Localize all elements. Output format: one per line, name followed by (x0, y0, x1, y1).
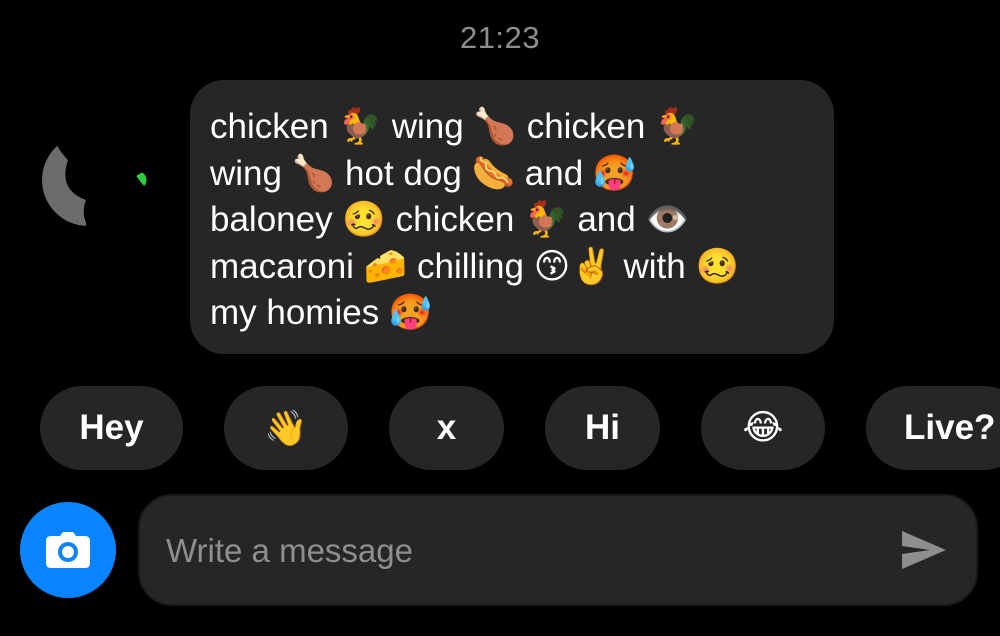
quick-reply-tears-of-joy-emoji[interactable]: 😂 (701, 386, 825, 470)
quick-reply-x[interactable]: x (389, 386, 504, 470)
message-line: baloney 🥴 chicken 🐓 and 👁️ (210, 200, 690, 239)
quick-replies-row: Hey 👋 x Hi 😂 Live? (0, 386, 1000, 470)
camera-button[interactable] (20, 502, 116, 598)
received-message-bubble[interactable]: chicken 🐓 wing 🍗 chicken 🐓 wing 🍗 hot do… (190, 80, 834, 354)
message-line: chicken 🐓 wing 🍗 chicken 🐓 (210, 107, 699, 146)
message-timestamp: 21:23 (459, 20, 541, 55)
send-button[interactable] (900, 529, 948, 571)
quick-reply-waving-hand-emoji[interactable]: 👋 (224, 386, 348, 470)
redacted-avatar[interactable] (38, 80, 158, 241)
message-line: my homies 🥵 (210, 293, 433, 332)
camera-icon (46, 532, 90, 568)
message-line: wing 🍗 hot dog 🌭 and 🥵 (210, 153, 637, 193)
message-input[interactable] (166, 522, 886, 580)
message-line: macaroni 🧀 chilling 😙✌️ with 🥴 (210, 246, 740, 286)
quick-reply-live[interactable]: Live? (866, 386, 1000, 470)
quick-reply-hi[interactable]: Hi (545, 386, 660, 470)
send-icon (902, 531, 946, 569)
message-composer (138, 494, 978, 606)
quick-reply-hey[interactable]: Hey (40, 386, 183, 470)
